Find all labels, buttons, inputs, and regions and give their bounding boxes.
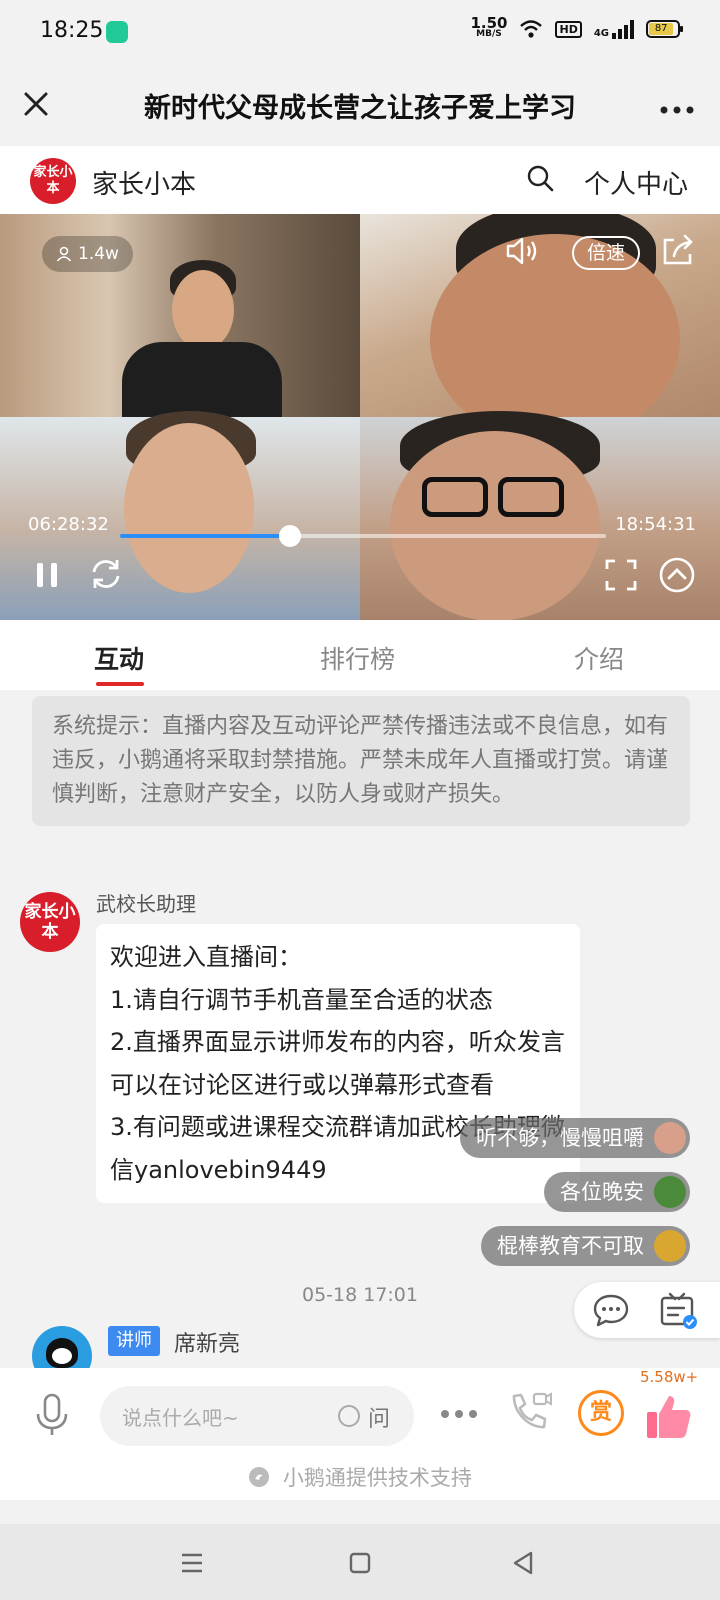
channel-logo[interactable]: 家长小本 xyxy=(30,158,76,204)
menu-nav-icon[interactable] xyxy=(180,1552,204,1574)
course-list-icon[interactable] xyxy=(658,1290,698,1330)
reward-button[interactable]: 赏 xyxy=(578,1390,624,1436)
lecturer-name: 席新亮 xyxy=(174,1332,241,1357)
more-icon[interactable] xyxy=(660,88,694,123)
home-nav-icon[interactable] xyxy=(349,1552,371,1574)
progress-fill xyxy=(120,534,291,538)
lecturer-badge: 讲师 xyxy=(108,1326,160,1356)
network-speed: 1.50 MB/S xyxy=(470,14,508,40)
message-line: 1.请自行调节手机音量至合适的状态 xyxy=(110,985,493,1014)
message-line: 2.直播界面显示讲师发布的内容，听众发言可以在讨论区进行或以弹幕形式查看 xyxy=(110,1028,565,1099)
back-nav-icon[interactable] xyxy=(512,1551,534,1575)
system-nav-bar xyxy=(0,1524,720,1600)
total-time: 18:54:31 xyxy=(615,514,696,535)
live-video-player[interactable]: 1.4w 倍速 06:28:32 18:54:31 xyxy=(0,214,720,620)
viewer-count-badge: 1.4w xyxy=(42,236,133,272)
notification-app-icon xyxy=(106,21,128,43)
thumbs-up-icon[interactable] xyxy=(644,1392,692,1440)
bottom-input-bar: 说点什么吧~ 问 赏 5.58w+ 小鹅通提供技术支持 xyxy=(0,1368,720,1500)
xiaoetong-logo-icon xyxy=(249,1467,270,1487)
search-icon[interactable] xyxy=(526,164,554,192)
battery-level: 87 xyxy=(649,23,674,35)
personal-center-link[interactable]: 个人中心 xyxy=(584,164,688,201)
signal-icon xyxy=(612,19,634,39)
system-notice: 系统提示：直播内容及互动评论严禁传播违法或不良信息，如有违反，小鹅通将采取封禁措… xyxy=(32,696,690,826)
danmaku-item: 棍棒教育不可取 xyxy=(481,1226,690,1266)
avatar xyxy=(654,1176,686,1208)
hd-indicator: HD xyxy=(555,20,582,38)
collapse-up-icon[interactable] xyxy=(658,556,696,594)
refresh-icon[interactable] xyxy=(88,556,124,592)
viewer-count: 1.4w xyxy=(78,244,119,264)
progress-bar[interactable] xyxy=(120,525,606,547)
pause-icon[interactable] xyxy=(34,560,60,590)
avatar xyxy=(654,1122,686,1154)
tab-bar: 互动 排行榜 介绍 xyxy=(0,620,720,690)
battery-icon: 87 xyxy=(646,20,683,38)
avatar[interactable]: 家长小本 xyxy=(20,892,80,952)
danmaku-item: 各位晚安 xyxy=(544,1172,690,1212)
like-count: 5.58w+ xyxy=(640,1368,699,1386)
status-bar: 18:25 1.50 MB/S HD 4G 87 xyxy=(0,0,720,64)
channel-name[interactable]: 家长小本 xyxy=(92,164,196,201)
comment-icon[interactable] xyxy=(592,1292,630,1328)
floating-action-panel xyxy=(574,1282,720,1338)
active-tab-indicator xyxy=(96,682,144,686)
channel-header: 家长小本 家长小本 个人中心 xyxy=(0,146,720,214)
powered-by-note: 小鹅通提供技术支持 xyxy=(0,1462,720,1492)
comment-input[interactable]: 说点什么吧~ 问 xyxy=(100,1386,414,1446)
message-line: 欢迎进入直播间： xyxy=(110,943,302,971)
message-bubble: 欢迎进入直播间： 1.请自行调节手机音量至合适的状态 2.直播界面显示讲师发布的… xyxy=(96,924,580,1203)
tab-introduction[interactable]: 介绍 xyxy=(574,640,624,676)
status-time: 18:25 xyxy=(40,18,104,43)
person-icon xyxy=(56,246,72,262)
message-sender: 武校长助理 xyxy=(96,892,196,916)
wifi-icon xyxy=(520,20,543,38)
more-options-icon[interactable] xyxy=(440,1408,478,1420)
tab-interaction[interactable]: 互动 xyxy=(94,640,144,676)
tab-leaderboard[interactable]: 排行榜 xyxy=(320,640,395,676)
ask-question-label[interactable]: 问 xyxy=(368,1401,390,1433)
progress-handle[interactable] xyxy=(279,525,302,547)
network-type: 4G xyxy=(593,28,609,39)
playback-speed-button[interactable]: 倍速 xyxy=(572,236,640,270)
fullscreen-icon[interactable] xyxy=(604,558,638,592)
lecturer-avatar[interactable] xyxy=(32,1326,92,1368)
phone-call-icon[interactable] xyxy=(506,1390,552,1436)
volume-icon[interactable] xyxy=(504,234,540,268)
comment-input-placeholder: 说点什么吧~ xyxy=(122,1406,239,1430)
ask-question-toggle[interactable] xyxy=(338,1405,360,1427)
share-icon[interactable] xyxy=(660,232,696,268)
avatar xyxy=(654,1230,686,1262)
microphone-icon[interactable] xyxy=(32,1392,72,1438)
chat-area[interactable]: 系统提示：直播内容及互动评论严禁传播违法或不良信息，如有违反，小鹅通将采取封禁措… xyxy=(0,690,720,1368)
page-title: 新时代父母成长营之让孩子爱上学习 xyxy=(144,93,576,124)
close-icon[interactable] xyxy=(20,88,52,120)
danmaku-item: 听不够，慢慢咀嚼 xyxy=(460,1118,690,1158)
title-bar: 新时代父母成长营之让孩子爱上学习 xyxy=(0,64,720,146)
current-time: 06:28:32 xyxy=(28,514,109,535)
